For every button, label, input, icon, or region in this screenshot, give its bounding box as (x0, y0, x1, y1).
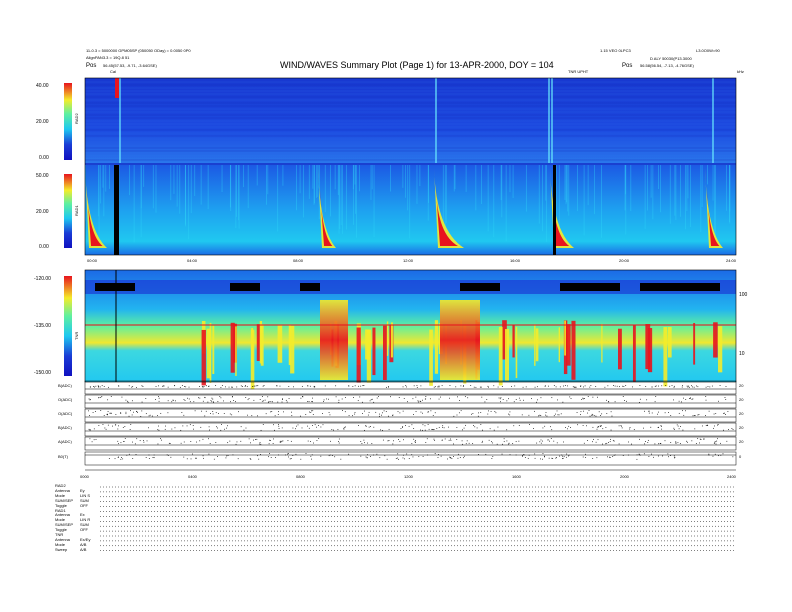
rad1-xtick-1: 04:00 (187, 258, 198, 263)
param-label-4: B(ADC) (58, 425, 72, 430)
rad1-tick-bot: 0.00 (39, 244, 49, 250)
rad2-tick-mid: 20.00 (36, 119, 49, 125)
param-right-4: 20 (739, 425, 744, 430)
tnr-right-tick-10: 10 (739, 351, 745, 357)
rad1-colorbar (64, 174, 72, 248)
tnr-ylabel: TNR (74, 331, 79, 340)
param-xtick-2: 0800 (296, 474, 305, 479)
param-xtick-6: 2400 (727, 474, 736, 479)
footer-label: Sweep (55, 546, 68, 552)
param-label-5: A(ADC) (58, 439, 72, 444)
param-right-1: 20 (739, 383, 744, 388)
rad2-tick-top: 40.00 (36, 83, 49, 89)
rad1-xtick-0: 00:00 (87, 258, 98, 263)
footer-value: A/B (80, 546, 87, 552)
param-label-6: B0(T) (58, 454, 68, 459)
rad1-xtick-4: 16:00 (510, 258, 521, 263)
rad1-xtick-5: 20:00 (619, 258, 630, 263)
rad1-xtick-2: 08:00 (293, 258, 304, 263)
param-xtick-0: 0000 (80, 474, 89, 479)
param-xtick-4: 1600 (512, 474, 521, 479)
rad1-xtick-6: 24:00 (726, 258, 737, 263)
param-right-3: 20 (739, 411, 744, 416)
tnr-right-tick-100: 100 (739, 292, 748, 298)
rad1-tick-top: 50.00 (36, 173, 49, 179)
rad2-colorbar (64, 83, 72, 160)
param-right-6: 0 (739, 454, 742, 459)
footer-label: Toggle (55, 502, 67, 508)
param-xtick-1: 0400 (188, 474, 197, 479)
param-xtick-3: 1200 (404, 474, 413, 479)
rad2-ylabel: RAD2 (74, 113, 79, 124)
footer-value: OFF (80, 502, 88, 508)
tnr-tick-top: -120.00 (34, 276, 51, 282)
param-right-5: 20 (739, 439, 744, 444)
param-label-3: O(ADC) (58, 411, 73, 416)
rad1-ylabel: RAD1 (74, 205, 79, 216)
summary-plot (64, 77, 737, 551)
param-label-1: B(ADC) (58, 383, 72, 388)
param-xtick-5: 2000 (620, 474, 629, 479)
tnr-colorbar (64, 276, 72, 376)
param-label-2: O(ADC) (58, 397, 73, 402)
rad1-spectrogram (85, 164, 736, 255)
param-right-2: 20 (739, 397, 744, 402)
rad2-tick-bot: 0.00 (39, 155, 49, 161)
rad1-xtick-3: 12:00 (403, 258, 414, 263)
tnr-tick-mid: -135.00 (34, 323, 51, 329)
footer-value: OFF (80, 527, 88, 533)
rad1-tick-mid: 20.00 (36, 209, 49, 215)
tnr-tick-bot: -150.00 (34, 370, 51, 376)
